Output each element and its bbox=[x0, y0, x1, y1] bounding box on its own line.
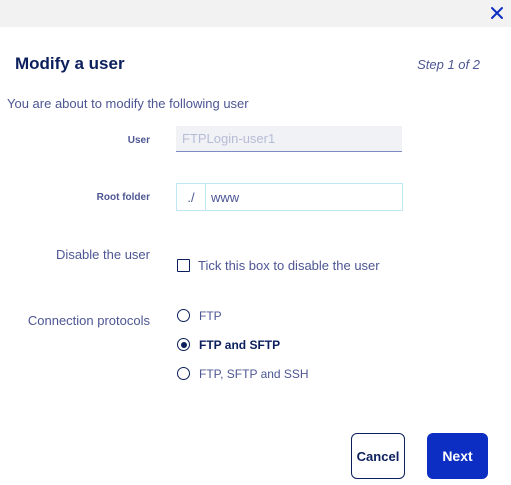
cancel-button[interactable]: Cancel bbox=[351, 433, 405, 479]
root-folder-input[interactable] bbox=[206, 184, 402, 210]
dialog-title: Modify a user bbox=[15, 54, 125, 73]
user-input[interactable] bbox=[176, 126, 402, 152]
disable-user-checkbox[interactable] bbox=[177, 259, 190, 272]
close-icon[interactable] bbox=[489, 5, 505, 21]
intro-text: You are about to modify the following us… bbox=[7, 96, 249, 111]
disable-user-label: Disable the user bbox=[56, 247, 150, 262]
dialog-header-bar bbox=[0, 0, 511, 27]
radio-ftp-sftp[interactable] bbox=[177, 338, 190, 351]
root-folder-label: Root folder bbox=[96, 192, 150, 203]
connection-protocols-label: Connection protocols bbox=[27, 313, 150, 328]
disable-user-checkbox-label[interactable]: Tick this box to disable the user bbox=[198, 258, 380, 273]
radio-ftp-label[interactable]: FTP bbox=[199, 309, 222, 323]
user-label: User bbox=[127, 135, 150, 146]
step-indicator: Step 1 of 2 bbox=[417, 57, 480, 72]
root-folder-field: ./ bbox=[176, 183, 403, 211]
next-button[interactable]: Next bbox=[427, 433, 488, 479]
radio-ftp-sftp-ssh-label[interactable]: FTP, SFTP and SSH bbox=[199, 367, 309, 381]
radio-ftp-sftp-label[interactable]: FTP and SFTP bbox=[199, 338, 280, 352]
radio-ftp[interactable] bbox=[177, 309, 190, 322]
radio-ftp-sftp-ssh[interactable] bbox=[177, 367, 190, 380]
root-folder-prefix: ./ bbox=[177, 184, 206, 210]
